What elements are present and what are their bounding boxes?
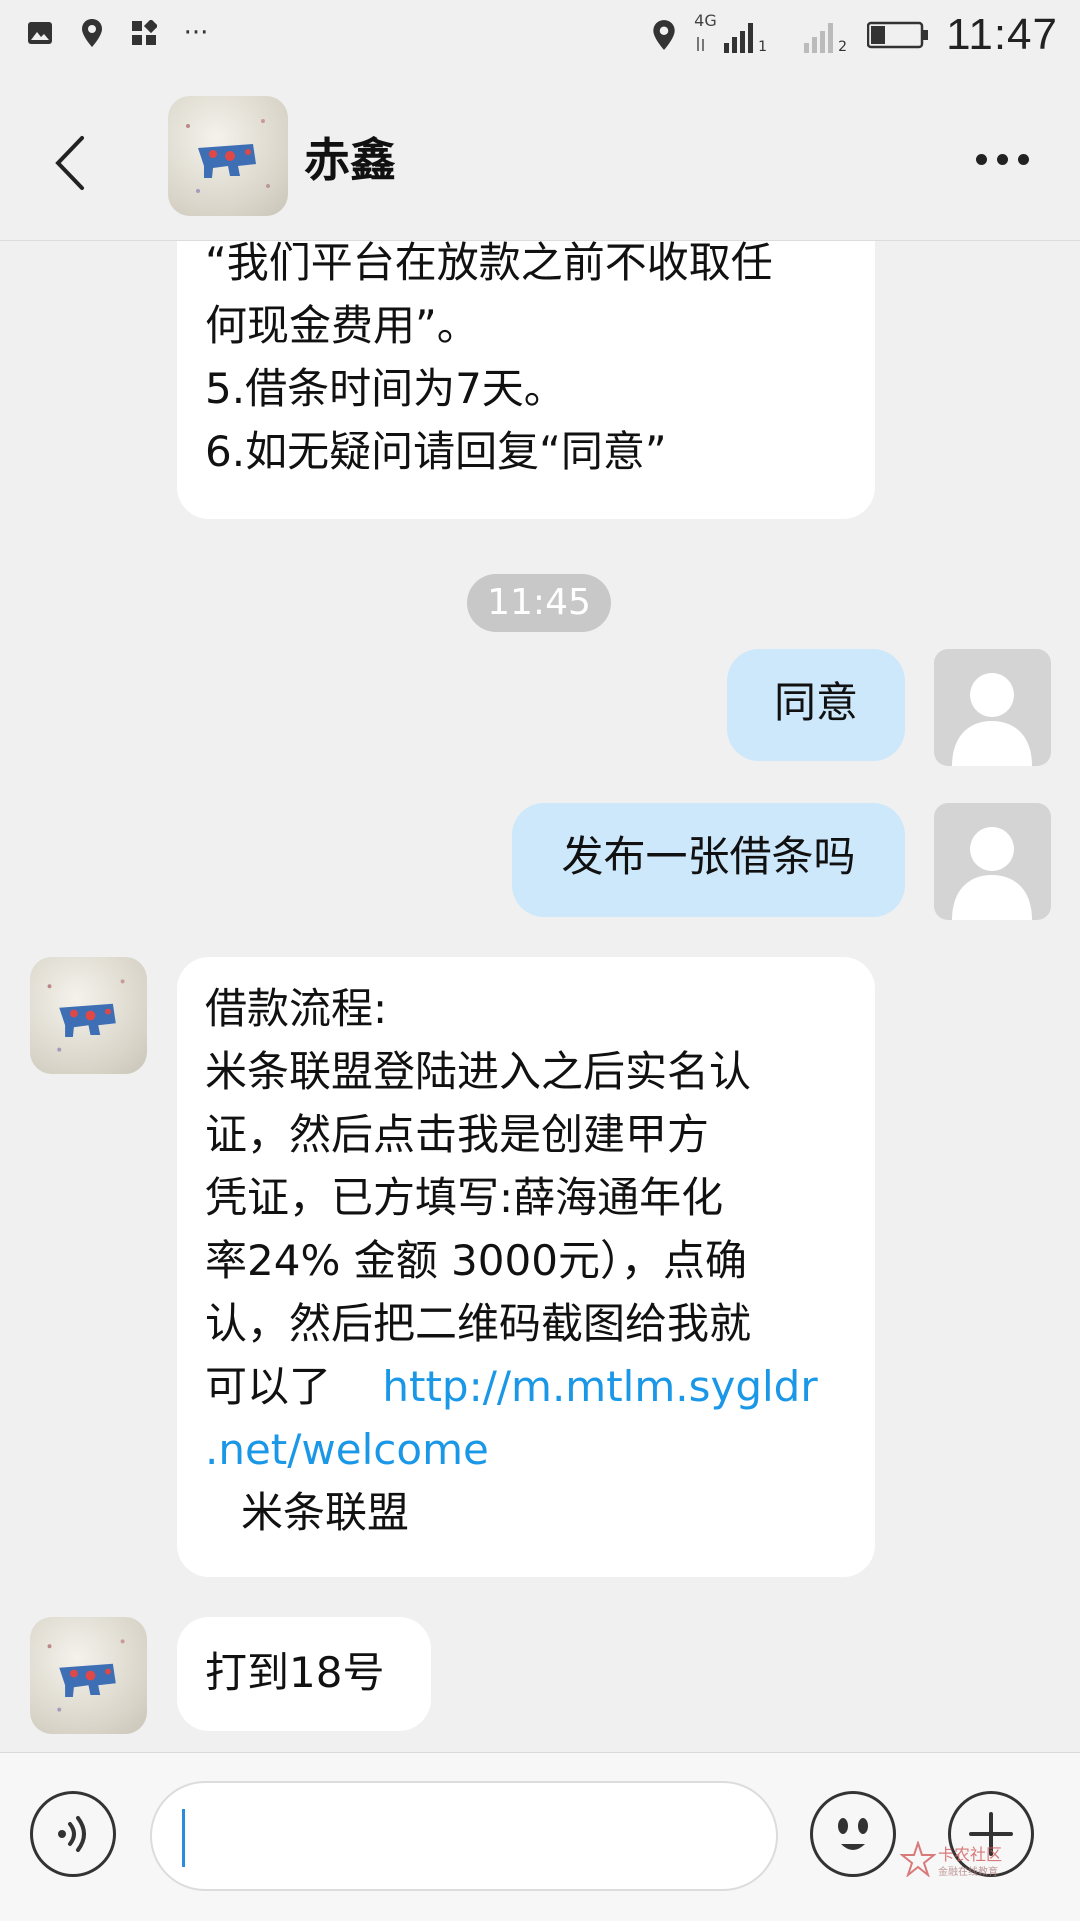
text-cursor xyxy=(182,1809,185,1867)
user-placeholder-icon xyxy=(952,827,1032,920)
status-time: 11:47 xyxy=(946,10,1058,59)
emoji-icon xyxy=(838,1818,868,1850)
message-bubble-outgoing[interactable]: 发布一张借条吗 xyxy=(512,803,905,917)
message-line: 可以了 http://m.mtlm.sygldr xyxy=(205,1355,847,1418)
message-list[interactable]: “我们平台在放款之前不收取任 何现金费用”。 5.借条时间为7天。 6.如无疑问… xyxy=(0,241,1080,1751)
sim1-label: 1 xyxy=(758,39,768,55)
timestamp-divider: 11:45 xyxy=(467,574,611,632)
chevron-left-icon xyxy=(55,136,84,190)
watermark-subtitle: 金融在线教育 xyxy=(938,1867,998,1878)
welcome-link[interactable]: .net/welcome xyxy=(205,1425,489,1474)
contact-avatar[interactable] xyxy=(168,96,288,216)
message-text: 打到18号 xyxy=(205,1648,385,1697)
welcome-link[interactable]: http://m.mtlm.sygldr xyxy=(382,1362,817,1411)
message-line: 米条联盟登陆进入之后实名认 xyxy=(205,1047,752,1096)
chat-header: 赤鑫 xyxy=(0,72,1080,241)
status-right: 4G 1 2 11:47 xyxy=(650,10,1058,60)
location-icon xyxy=(650,20,678,50)
status-bar: ··· 4G 1 2 11:47 xyxy=(0,0,1080,72)
message-bubble-outgoing[interactable]: 同意 xyxy=(727,649,905,761)
more-options-button[interactable] xyxy=(976,144,1040,174)
link-preview-title: 米条联盟 xyxy=(241,1488,410,1537)
more-dots-icon xyxy=(1018,153,1029,165)
back-button[interactable] xyxy=(44,128,104,198)
contact-name: 赤鑫 xyxy=(304,133,396,187)
user-placeholder-icon xyxy=(952,673,1032,766)
message-line: 何现金费用”。 xyxy=(205,301,479,350)
contact-avatar[interactable] xyxy=(30,1617,147,1734)
message-line: 借款流程: xyxy=(205,984,388,1033)
message-bubble-incoming[interactable]: 打到18号 xyxy=(177,1617,431,1731)
battery-icon xyxy=(866,20,930,50)
overflow-notifications-icon: ··· xyxy=(183,18,209,48)
sim2-label: 2 xyxy=(838,39,848,55)
message-line: 证，然后点击我是创建甲方 xyxy=(205,1110,710,1159)
message-bubble-incoming[interactable]: “我们平台在放款之前不收取任 何现金费用”。 5.借条时间为7天。 6.如无疑问… xyxy=(177,241,875,519)
watermark: 卡农社区 金融在线教育 xyxy=(900,1835,1030,1883)
input-bar: 卡农社区 金融在线教育 xyxy=(0,1752,1080,1921)
voice-button[interactable] xyxy=(30,1791,116,1877)
signal-icon: 2 xyxy=(800,13,850,57)
message-text: 同意 xyxy=(773,678,858,727)
message-line: “我们平台在放款之前不收取任 xyxy=(205,241,773,287)
message-line: 5.借条时间为7天。 xyxy=(205,364,566,413)
message-text: 可以了 xyxy=(205,1362,332,1411)
my-avatar[interactable] xyxy=(934,803,1051,920)
message-line: 凭证，已方填写:薛海通年化 xyxy=(205,1173,724,1222)
signal-icon: 4G 1 xyxy=(694,13,784,57)
app-grid-icon xyxy=(130,18,158,48)
message-line: 米条联盟 xyxy=(205,1481,847,1544)
watermark-logo-icon xyxy=(900,1841,936,1877)
message-line: 率24% 金额 3000元），点确 xyxy=(205,1236,747,1285)
message-line: 认，然后把二维码截图给我就 xyxy=(205,1299,752,1348)
message-line: .net/welcome xyxy=(205,1418,847,1481)
message-text: 发布一张借条吗 xyxy=(561,832,856,881)
more-dots-icon xyxy=(976,153,987,165)
message-input[interactable] xyxy=(150,1781,778,1891)
message-line: 6.如无疑问请回复“同意” xyxy=(205,427,667,476)
emoji-button[interactable] xyxy=(810,1791,896,1877)
message-bubble-incoming[interactable]: 借款流程: 米条联盟登陆进入之后实名认 证，然后点击我是创建甲方 凭证，已方填写… xyxy=(177,957,875,1577)
more-dots-icon xyxy=(997,153,1008,165)
my-avatar[interactable] xyxy=(934,649,1051,766)
image-icon xyxy=(26,18,54,48)
contact-avatar[interactable] xyxy=(30,957,147,1074)
voice-icon xyxy=(58,1816,86,1852)
location-icon xyxy=(78,18,106,48)
status-left: ··· xyxy=(26,18,210,48)
watermark-title: 卡农社区 xyxy=(938,1845,1003,1864)
